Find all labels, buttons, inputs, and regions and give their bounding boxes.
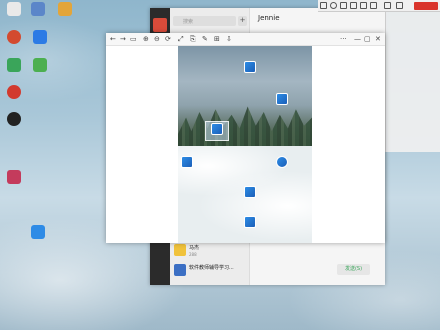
displayed-image: [178, 46, 312, 243]
avatar: [174, 244, 186, 256]
list-item-name: 软件教师辅导学习...: [189, 265, 234, 271]
zoom-in-icon[interactable]: ⊕: [143, 35, 149, 44]
app-icon: [33, 58, 47, 72]
copy-icon[interactable]: ⎘: [190, 35, 196, 44]
mosaic-icon[interactable]: [360, 2, 367, 9]
desktop-icon-11[interactable]: [18, 225, 58, 240]
shortcut-icon: [276, 93, 288, 105]
more-icon[interactable]: ···: [340, 35, 347, 44]
app-icon: [33, 30, 47, 44]
chrome-icon: [7, 30, 21, 44]
viewer-toolbar: ← → ▭ ⊕ ⊖ ⟳ ⤢ ⎘ ✎ ⊞ ⇩ ··· — ▢ ✕: [106, 33, 385, 46]
shortcut-icon: [211, 123, 223, 135]
qq-icon: [7, 112, 21, 126]
arrow-icon[interactable]: [340, 2, 347, 9]
close-icon[interactable]: ✕: [375, 35, 381, 44]
download-icon[interactable]: ⇩: [226, 35, 232, 44]
avatar: [174, 264, 186, 276]
undo-icon[interactable]: [384, 2, 391, 9]
add-button[interactable]: +: [238, 16, 247, 26]
desktop-icon-10[interactable]: [0, 170, 34, 185]
shortcut-icon: [244, 186, 256, 198]
edit-icon[interactable]: ✎: [202, 35, 208, 44]
zoom-out-icon[interactable]: ⊖: [154, 35, 160, 44]
download-icon[interactable]: [396, 2, 403, 9]
maximize-icon[interactable]: ▢: [364, 35, 371, 44]
grid-icon[interactable]: ⊞: [214, 35, 220, 44]
list-item-name: 马杰: [189, 245, 200, 251]
app-icon: [31, 2, 45, 16]
right-side-panel: [385, 12, 440, 152]
circle-icon[interactable]: [330, 2, 337, 9]
desktop-icon-5[interactable]: [20, 30, 60, 45]
app-icon: [31, 225, 45, 239]
image-viewer-window: ← → ▭ ⊕ ⊖ ⟳ ⤢ ⎘ ✎ ⊞ ⇩ ··· — ▢ ✕: [106, 33, 385, 243]
desktop-icon-8[interactable]: [0, 85, 34, 100]
desktop-icon-9[interactable]: [0, 112, 34, 127]
pen-icon[interactable]: [350, 2, 357, 9]
expand-icon[interactable]: ⤢: [178, 35, 184, 44]
list-item-sub: 288: [189, 252, 197, 257]
desktop-icon-3[interactable]: [45, 2, 85, 17]
desktop-icon-7[interactable]: [20, 58, 60, 73]
search-placeholder: 搜索: [183, 19, 194, 25]
shortcut-icon: [244, 216, 256, 228]
fit-icon[interactable]: ▭: [130, 35, 137, 44]
back-arrow-icon[interactable]: ←: [110, 35, 116, 44]
folder-icon: [58, 2, 72, 16]
text-icon[interactable]: [370, 2, 377, 9]
status-badge: [414, 2, 438, 10]
app-icon: [7, 85, 21, 99]
shortcut-icon: [181, 156, 193, 168]
app-icon: [7, 170, 21, 184]
rectangle-icon[interactable]: [320, 2, 327, 9]
shortcut-icon: [244, 61, 256, 73]
send-button[interactable]: 发送(S): [337, 264, 370, 275]
list-item[interactable]: 软件教师辅导学习...: [172, 262, 248, 280]
contact-title: Jennie: [258, 14, 280, 22]
shortcut-icon: [276, 156, 288, 168]
forward-arrow-icon[interactable]: →: [120, 35, 126, 44]
avatar[interactable]: [153, 18, 167, 32]
rotate-icon[interactable]: ⟳: [165, 35, 171, 44]
app-icon: [7, 58, 21, 72]
list-item[interactable]: 马杰 288: [172, 242, 248, 260]
minimize-icon[interactable]: —: [354, 35, 361, 44]
search-input[interactable]: 搜索: [173, 16, 236, 26]
